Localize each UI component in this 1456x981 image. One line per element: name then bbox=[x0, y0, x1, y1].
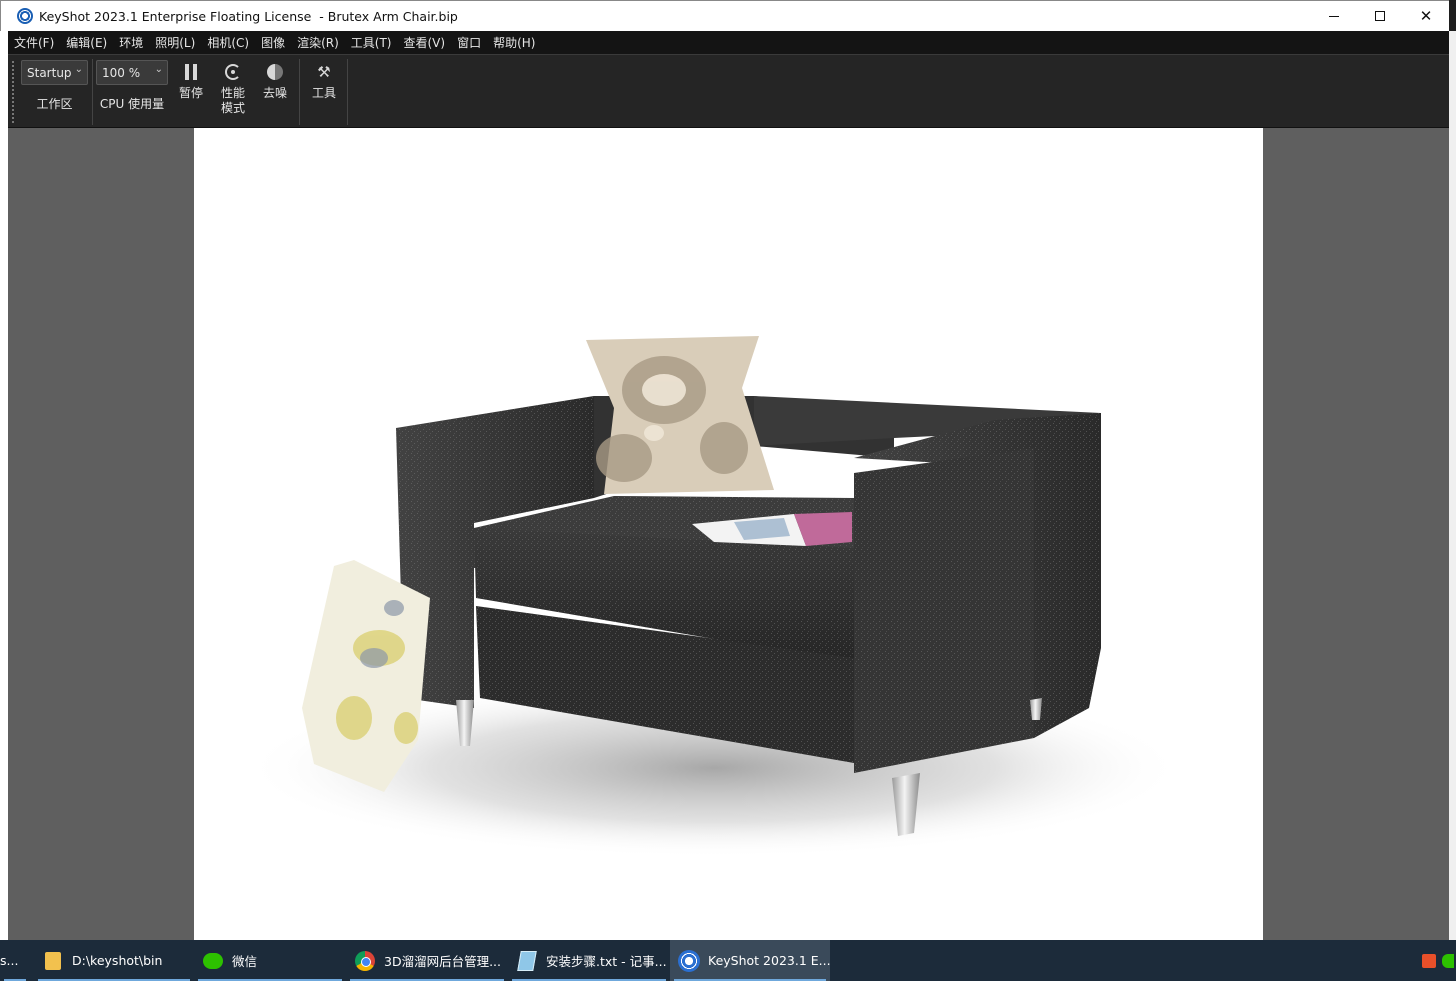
window-controls: ✕ bbox=[1311, 1, 1449, 31]
wechat-icon bbox=[202, 950, 224, 972]
toolbar-grip[interactable] bbox=[12, 61, 14, 123]
tray-wechat-icon[interactable] bbox=[1442, 953, 1454, 968]
denoise-label: 去噪 bbox=[262, 86, 287, 100]
menu-image[interactable]: 图像 bbox=[261, 34, 285, 51]
menu-edit[interactable]: 编辑(E) bbox=[66, 34, 107, 51]
taskbar-item-label: D:\keyshot\bin bbox=[72, 953, 163, 968]
armchair-render-illustration bbox=[244, 336, 1184, 858]
minimize-button[interactable] bbox=[1311, 1, 1357, 31]
performance-mode-button[interactable]: 性能模式 bbox=[217, 59, 249, 125]
maximize-icon bbox=[1375, 11, 1385, 21]
notepad-icon bbox=[516, 950, 538, 972]
taskbar-item-chrome[interactable]: 3D溜溜网后台管理... bbox=[346, 940, 508, 981]
taskbar-item-label: 微信 bbox=[232, 954, 258, 969]
menu-render[interactable]: 渲染(R) bbox=[297, 34, 339, 51]
performance-mode-label: 性能模式 bbox=[220, 86, 245, 115]
workspace-label: 工作区 bbox=[36, 97, 73, 111]
render-image[interactable] bbox=[194, 128, 1263, 940]
menu-bar: 文件(F) 编辑(E) 环境 照明(L) 相机(C) 图像 渲染(R) 工具(T… bbox=[8, 31, 1449, 54]
menu-file[interactable]: 文件(F) bbox=[14, 34, 54, 51]
menu-environment[interactable]: 环境 bbox=[119, 34, 143, 51]
menu-camera[interactable]: 相机(C) bbox=[207, 34, 249, 51]
ribbon-toolbar: Startup ⌄ 工作区 100 % ⌄ CPU 使用量 暂停 性能模式 去噪… bbox=[8, 54, 1449, 128]
folder-icon bbox=[42, 950, 64, 972]
taskbar-item-explorer[interactable]: D:\keyshot\bin bbox=[34, 940, 194, 981]
cpu-usage-select[interactable]: 100 % ⌄ bbox=[96, 60, 168, 85]
workspace-select[interactable]: Startup ⌄ bbox=[21, 60, 88, 85]
menu-view[interactable]: 查看(V) bbox=[403, 34, 445, 51]
window-right-edge bbox=[1449, 31, 1456, 940]
tray-app-icon[interactable] bbox=[1422, 953, 1436, 968]
keyshot-icon bbox=[678, 949, 700, 972]
close-button[interactable]: ✕ bbox=[1403, 1, 1449, 31]
toolbar-separator bbox=[347, 59, 348, 125]
menu-lighting[interactable]: 照明(L) bbox=[155, 34, 195, 51]
keyshot-window: KeyShot 2023.1 Enterprise Floating Licen… bbox=[0, 0, 1456, 981]
performance-mode-icon bbox=[223, 62, 243, 82]
pause-icon bbox=[181, 62, 201, 82]
taskbar-item-label: 3D溜溜网后台管理... bbox=[384, 954, 501, 969]
system-tray bbox=[1422, 940, 1456, 981]
windows-taskbar: s... D:\keyshot\bin 微信 3D溜溜网后台管理... 安装步骤… bbox=[0, 940, 1456, 981]
window-left-edge bbox=[0, 31, 8, 940]
minimize-icon bbox=[1329, 15, 1339, 17]
keyshot-app-icon bbox=[17, 8, 33, 24]
cpu-usage-value: 100 % bbox=[102, 65, 141, 80]
toolbar-separator bbox=[299, 59, 300, 125]
taskbar-item-wechat[interactable]: 微信 bbox=[194, 940, 346, 981]
denoise-button[interactable]: 去噪 bbox=[259, 59, 291, 125]
taskbar-item-label: 安装步骤.txt - 记事... bbox=[546, 954, 667, 969]
taskbar-item-label: KeyShot 2023.1 E... bbox=[708, 953, 830, 968]
render-viewport[interactable] bbox=[8, 128, 1449, 940]
menu-window[interactable]: 窗口 bbox=[457, 34, 481, 51]
tools-icon: ⚒ bbox=[317, 63, 331, 81]
taskbar-item-keyshot[interactable]: KeyShot 2023.1 E... bbox=[670, 940, 830, 981]
chrome-icon bbox=[354, 950, 376, 972]
window-title: KeyShot 2023.1 Enterprise Floating Licen… bbox=[39, 8, 458, 24]
maximize-button[interactable] bbox=[1357, 1, 1403, 31]
tools-button[interactable]: ⚒ 工具 bbox=[308, 59, 340, 125]
workspace-value: Startup bbox=[27, 65, 72, 80]
taskbar-item-label: s... bbox=[0, 953, 19, 968]
close-icon: ✕ bbox=[1419, 7, 1433, 25]
title-bar: KeyShot 2023.1 Enterprise Floating Licen… bbox=[0, 0, 1449, 31]
toolbar-separator bbox=[92, 59, 93, 125]
taskbar-item-notepad[interactable]: 安装步骤.txt - 记事... bbox=[508, 940, 670, 981]
taskbar-item-truncated[interactable]: s... bbox=[0, 940, 30, 981]
pause-label: 暂停 bbox=[178, 86, 203, 100]
chevron-down-icon: ⌄ bbox=[154, 64, 163, 75]
pause-button[interactable]: 暂停 bbox=[175, 59, 207, 125]
tools-label: 工具 bbox=[311, 86, 336, 100]
menu-tools[interactable]: 工具(T) bbox=[351, 34, 392, 51]
menu-help[interactable]: 帮助(H) bbox=[493, 34, 535, 51]
denoise-icon bbox=[265, 62, 285, 82]
cpu-usage-label: CPU 使用量 bbox=[99, 97, 165, 111]
chevron-down-icon: ⌄ bbox=[74, 64, 83, 75]
